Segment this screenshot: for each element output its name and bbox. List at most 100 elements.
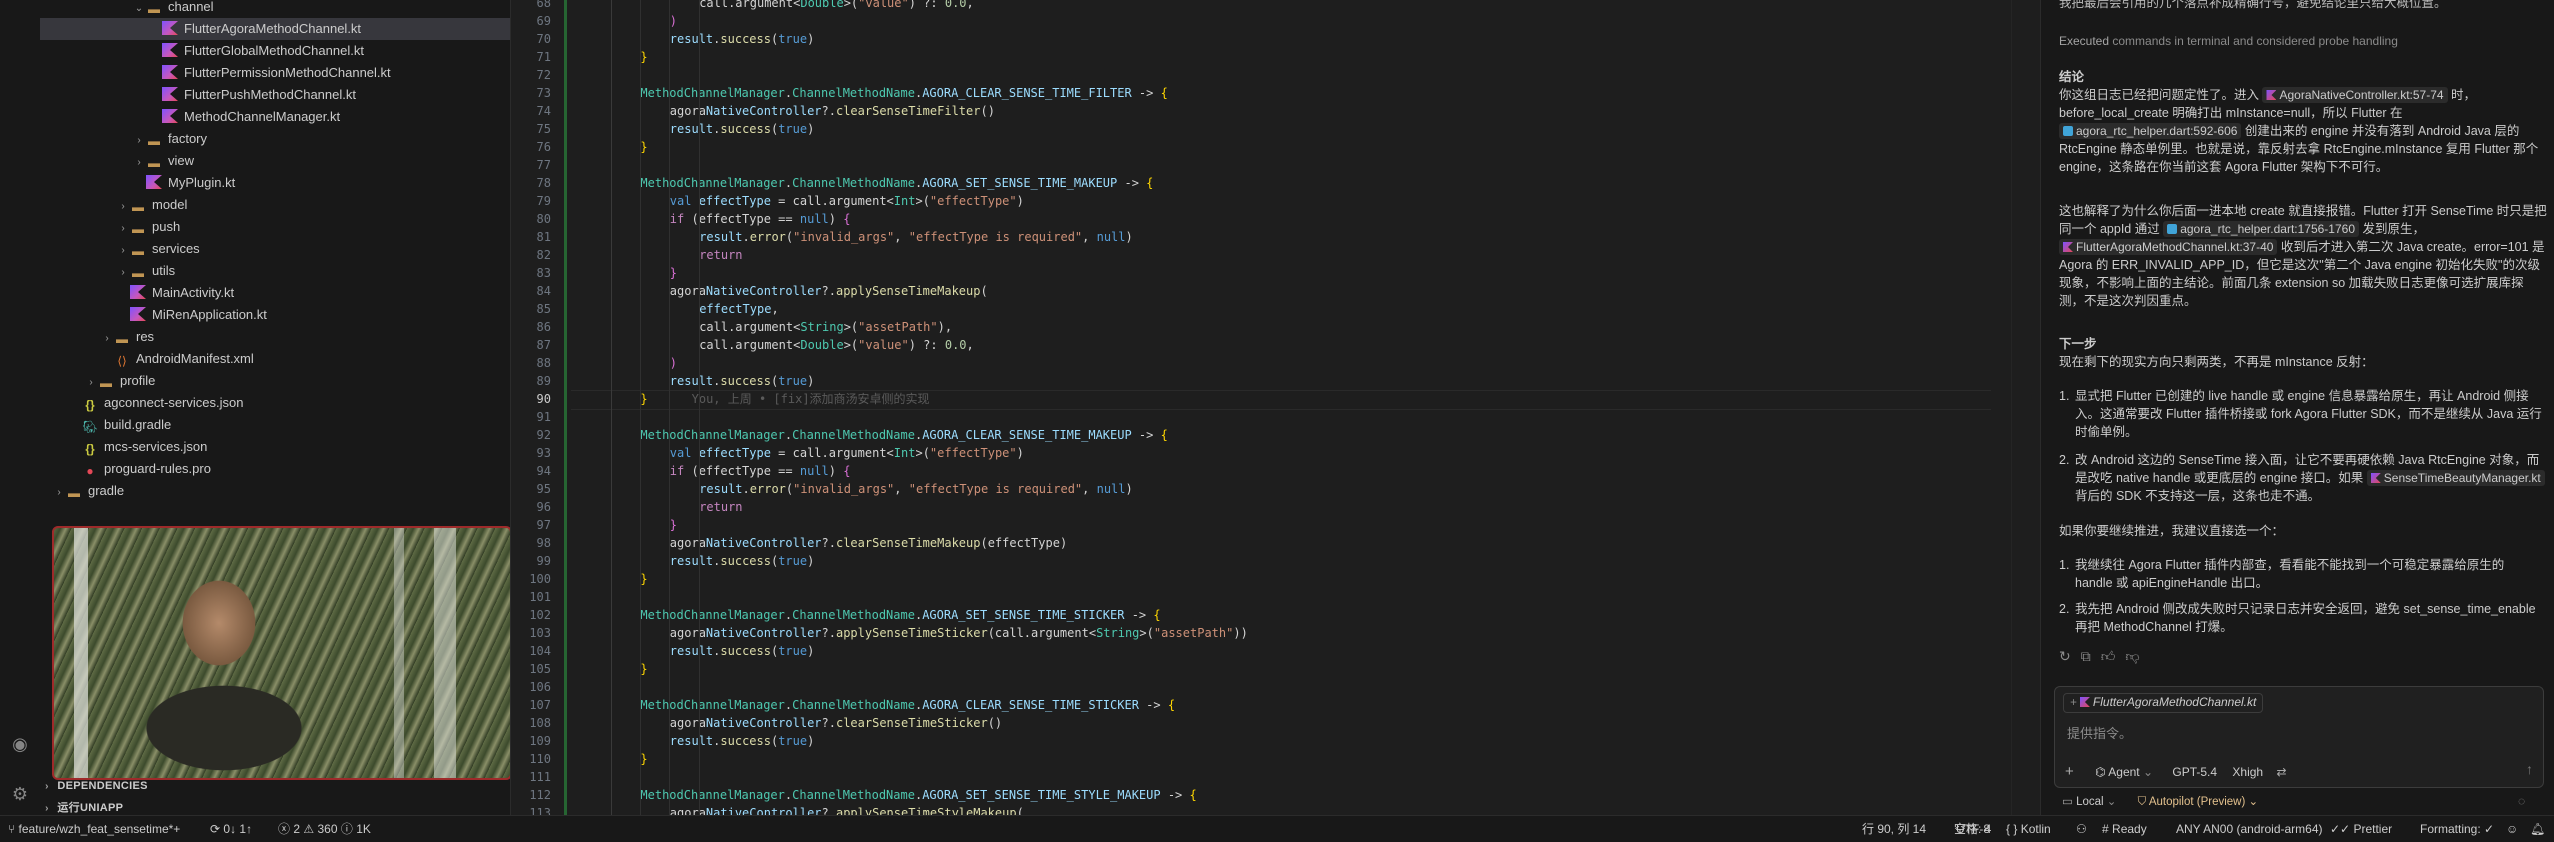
code-line[interactable]: MethodChannelManager.ChannelMethodName.A…: [640, 786, 1196, 804]
tools-icon[interactable]: ⇄: [2276, 765, 2286, 779]
code-line[interactable]: }: [670, 264, 677, 282]
code-line[interactable]: effectType,: [699, 300, 778, 318]
file-item[interactable]: MethodChannelManager.kt: [40, 106, 510, 128]
folder-item[interactable]: › ▬ utils: [40, 260, 510, 282]
folder-item[interactable]: › ▬ res: [40, 326, 510, 348]
code-line[interactable]: MethodChannelManager.ChannelMethodName.A…: [640, 174, 1153, 192]
file-chip[interactable]: agora_rtc_helper.dart:1756-1760: [2163, 221, 2359, 237]
model-select[interactable]: GPT-5.4: [2172, 765, 2217, 779]
code-line[interactable]: if (effectType == null) {: [670, 210, 851, 228]
encoding-item[interactable]: UTF-8: [1956, 816, 1990, 842]
code-line[interactable]: agoraNativeController?.applySenseTimeSti…: [670, 624, 1248, 642]
code-line[interactable]: } You, 上周 • [fix]添加商汤安卓侧的实现: [640, 390, 929, 408]
code-line[interactable]: agoraNativeController?.clearSenseTimeMak…: [670, 534, 1067, 552]
code-line[interactable]: call.argument<Double>("value") ?: 0.0,: [699, 0, 974, 12]
device-item[interactable]: ANY AN00 (android-arm64): [2176, 816, 2323, 842]
code-line[interactable]: MethodChannelManager.ChannelMethodName.A…: [640, 426, 1167, 444]
folder-item[interactable]: › ▬ gradle: [40, 480, 510, 502]
code-line[interactable]: ): [670, 12, 677, 30]
autopilot-select[interactable]: ⛉ Autopilot (Preview) ⌄: [2138, 796, 2259, 808]
code-line[interactable]: result.success(true): [670, 120, 815, 138]
local-select[interactable]: ▭ Local ⌄: [2062, 796, 2116, 808]
thumbs-down-icon[interactable]: 👎︎: [2125, 648, 2149, 664]
code-line[interactable]: MethodChannelManager.ChannelMethodName.A…: [640, 696, 1175, 714]
file-item[interactable]: FlutterPushMethodChannel.kt: [40, 84, 510, 106]
file-item[interactable]: FlutterGlobalMethodChannel.kt: [40, 40, 510, 62]
video-preview[interactable]: [52, 526, 510, 780]
context-file-chip[interactable]: + FlutterAgoraMethodChannel.kt: [2063, 693, 2264, 713]
thumbs-up-icon[interactable]: 👍︎: [2101, 648, 2126, 664]
formatting-item[interactable]: Formatting: ✓: [2420, 816, 2494, 842]
code-line[interactable]: MethodChannelManager.ChannelMethodName.A…: [640, 84, 1167, 102]
folder-item[interactable]: › ▬ factory: [40, 128, 510, 150]
file-item[interactable]: {} agconnect-services.json: [40, 392, 510, 414]
dependencies-section[interactable]: › DEPENDENCIES: [40, 775, 510, 797]
code-line[interactable]: }: [670, 516, 677, 534]
folder-item[interactable]: › ▬ profile: [40, 370, 510, 392]
code-line[interactable]: result.success(true): [670, 732, 815, 750]
code-line[interactable]: return: [699, 498, 742, 516]
agent-mode-select[interactable]: ⌬ Agent ⌄: [2095, 765, 2153, 779]
file-item[interactable]: MiRenApplication.kt: [40, 304, 510, 326]
code-line[interactable]: result.error("invalid_args", "effectType…: [699, 228, 1133, 246]
code-line[interactable]: call.argument<Double>("value") ?: 0.0,: [699, 336, 974, 354]
code-line[interactable]: agoraNativeController?.clearSenseTimeFil…: [670, 102, 995, 120]
retry-icon[interactable]: ↻: [2059, 648, 2081, 664]
code-line[interactable]: call.argument<String>("assetPath"),: [699, 318, 952, 336]
code-line[interactable]: agoraNativeController?.applySenseTimeMak…: [670, 282, 988, 300]
language-item[interactable]: { } Kotlin: [2006, 816, 2051, 842]
folder-item[interactable]: › ▬ view: [40, 150, 510, 172]
cursor-position[interactable]: 行 90, 列 14: [1862, 816, 1926, 842]
code-line[interactable]: result.error("invalid_args", "effectType…: [699, 480, 1133, 498]
file-item[interactable]: {} mcs-services.json: [40, 436, 510, 458]
code-line[interactable]: result.success(true): [670, 552, 815, 570]
folder-item[interactable]: › ▬ push: [40, 216, 510, 238]
code-line[interactable]: agoraNativeController?.clearSenseTimeSti…: [670, 714, 1002, 732]
copilot-icon[interactable]: ⚇: [2076, 816, 2087, 842]
copy-icon[interactable]: ⧉: [2081, 648, 2101, 664]
code-line[interactable]: }: [640, 138, 647, 156]
file-item[interactable]: 🐘︎ build.gradle: [40, 414, 510, 436]
code-editor[interactable]: 68 call.argument<Double>("value") ?: 0.0,…: [511, 0, 2011, 815]
code-line[interactable]: val effectType = call.argument<Int>("eff…: [670, 444, 1024, 462]
file-chip[interactable]: AgoraNativeController.kt:57-74: [2262, 87, 2448, 103]
code-line[interactable]: result.success(true): [670, 372, 815, 390]
account-icon[interactable]: ◉: [8, 732, 32, 756]
code-line[interactable]: }: [640, 660, 647, 678]
branch-item[interactable]: ⑂ feature/wzh_feat_sensetime*+: [8, 816, 180, 842]
add-context-icon[interactable]: +: [2065, 763, 2074, 780]
effort-select[interactable]: Xhigh: [2232, 765, 2263, 779]
code-line[interactable]: }: [640, 570, 647, 588]
code-line[interactable]: agoraNativeController?.applySenseTimeSty…: [670, 804, 1024, 815]
folder-item[interactable]: ⌄ ▬ channel: [40, 0, 510, 18]
file-item[interactable]: MyPlugin.kt: [40, 172, 510, 194]
code-line[interactable]: MethodChannelManager.ChannelMethodName.A…: [640, 606, 1160, 624]
file-item[interactable]: ⟨⟩ AndroidManifest.xml: [40, 348, 510, 370]
code-line[interactable]: result.success(true): [670, 30, 815, 48]
code-line[interactable]: }: [640, 48, 647, 66]
prettier-item[interactable]: ✓✓ Prettier: [2330, 816, 2392, 842]
uniapp-section[interactable]: › 运行UNIAPP: [40, 797, 510, 815]
code-line[interactable]: if (effectType == null) {: [670, 462, 851, 480]
folder-item[interactable]: › ▬ services: [40, 238, 510, 260]
code-line[interactable]: ): [670, 354, 677, 372]
file-item[interactable]: ● proguard-rules.pro: [40, 458, 510, 480]
bell-icon[interactable]: 🔔︎: [2530, 816, 2545, 842]
editor-minimap[interactable]: [2011, 0, 2040, 815]
sync-item[interactable]: ⟳ 0↓ 1↑: [210, 816, 252, 842]
problems-item[interactable]: ⓧ 2 ⚠ 360 ⓘ 1K: [278, 816, 371, 842]
code-line[interactable]: return: [699, 246, 742, 264]
code-line[interactable]: val effectType = call.argument<Int>("eff…: [670, 192, 1024, 210]
file-item[interactable]: FlutterAgoraMethodChannel.ktM: [40, 18, 510, 40]
file-chip[interactable]: agora_rtc_helper.dart:592-606: [2059, 123, 2242, 139]
accounts-icon[interactable]: ☺: [2506, 816, 2518, 842]
chat-prompt-input[interactable]: 提供指令。: [2067, 723, 2132, 742]
executed-note[interactable]: Executed commands in terminal and consid…: [2059, 32, 2547, 50]
file-chip[interactable]: FlutterAgoraMethodChannel.kt:37-40: [2059, 239, 2278, 255]
code-line[interactable]: result.success(true): [670, 642, 815, 660]
code-line[interactable]: }: [640, 750, 647, 768]
gear-icon[interactable]: ⚙: [8, 782, 32, 806]
file-item[interactable]: MainActivity.kt: [40, 282, 510, 304]
send-icon[interactable]: ↑: [2526, 761, 2533, 777]
file-chip[interactable]: SenseTimeBeautyManager.kt: [2366, 470, 2545, 486]
